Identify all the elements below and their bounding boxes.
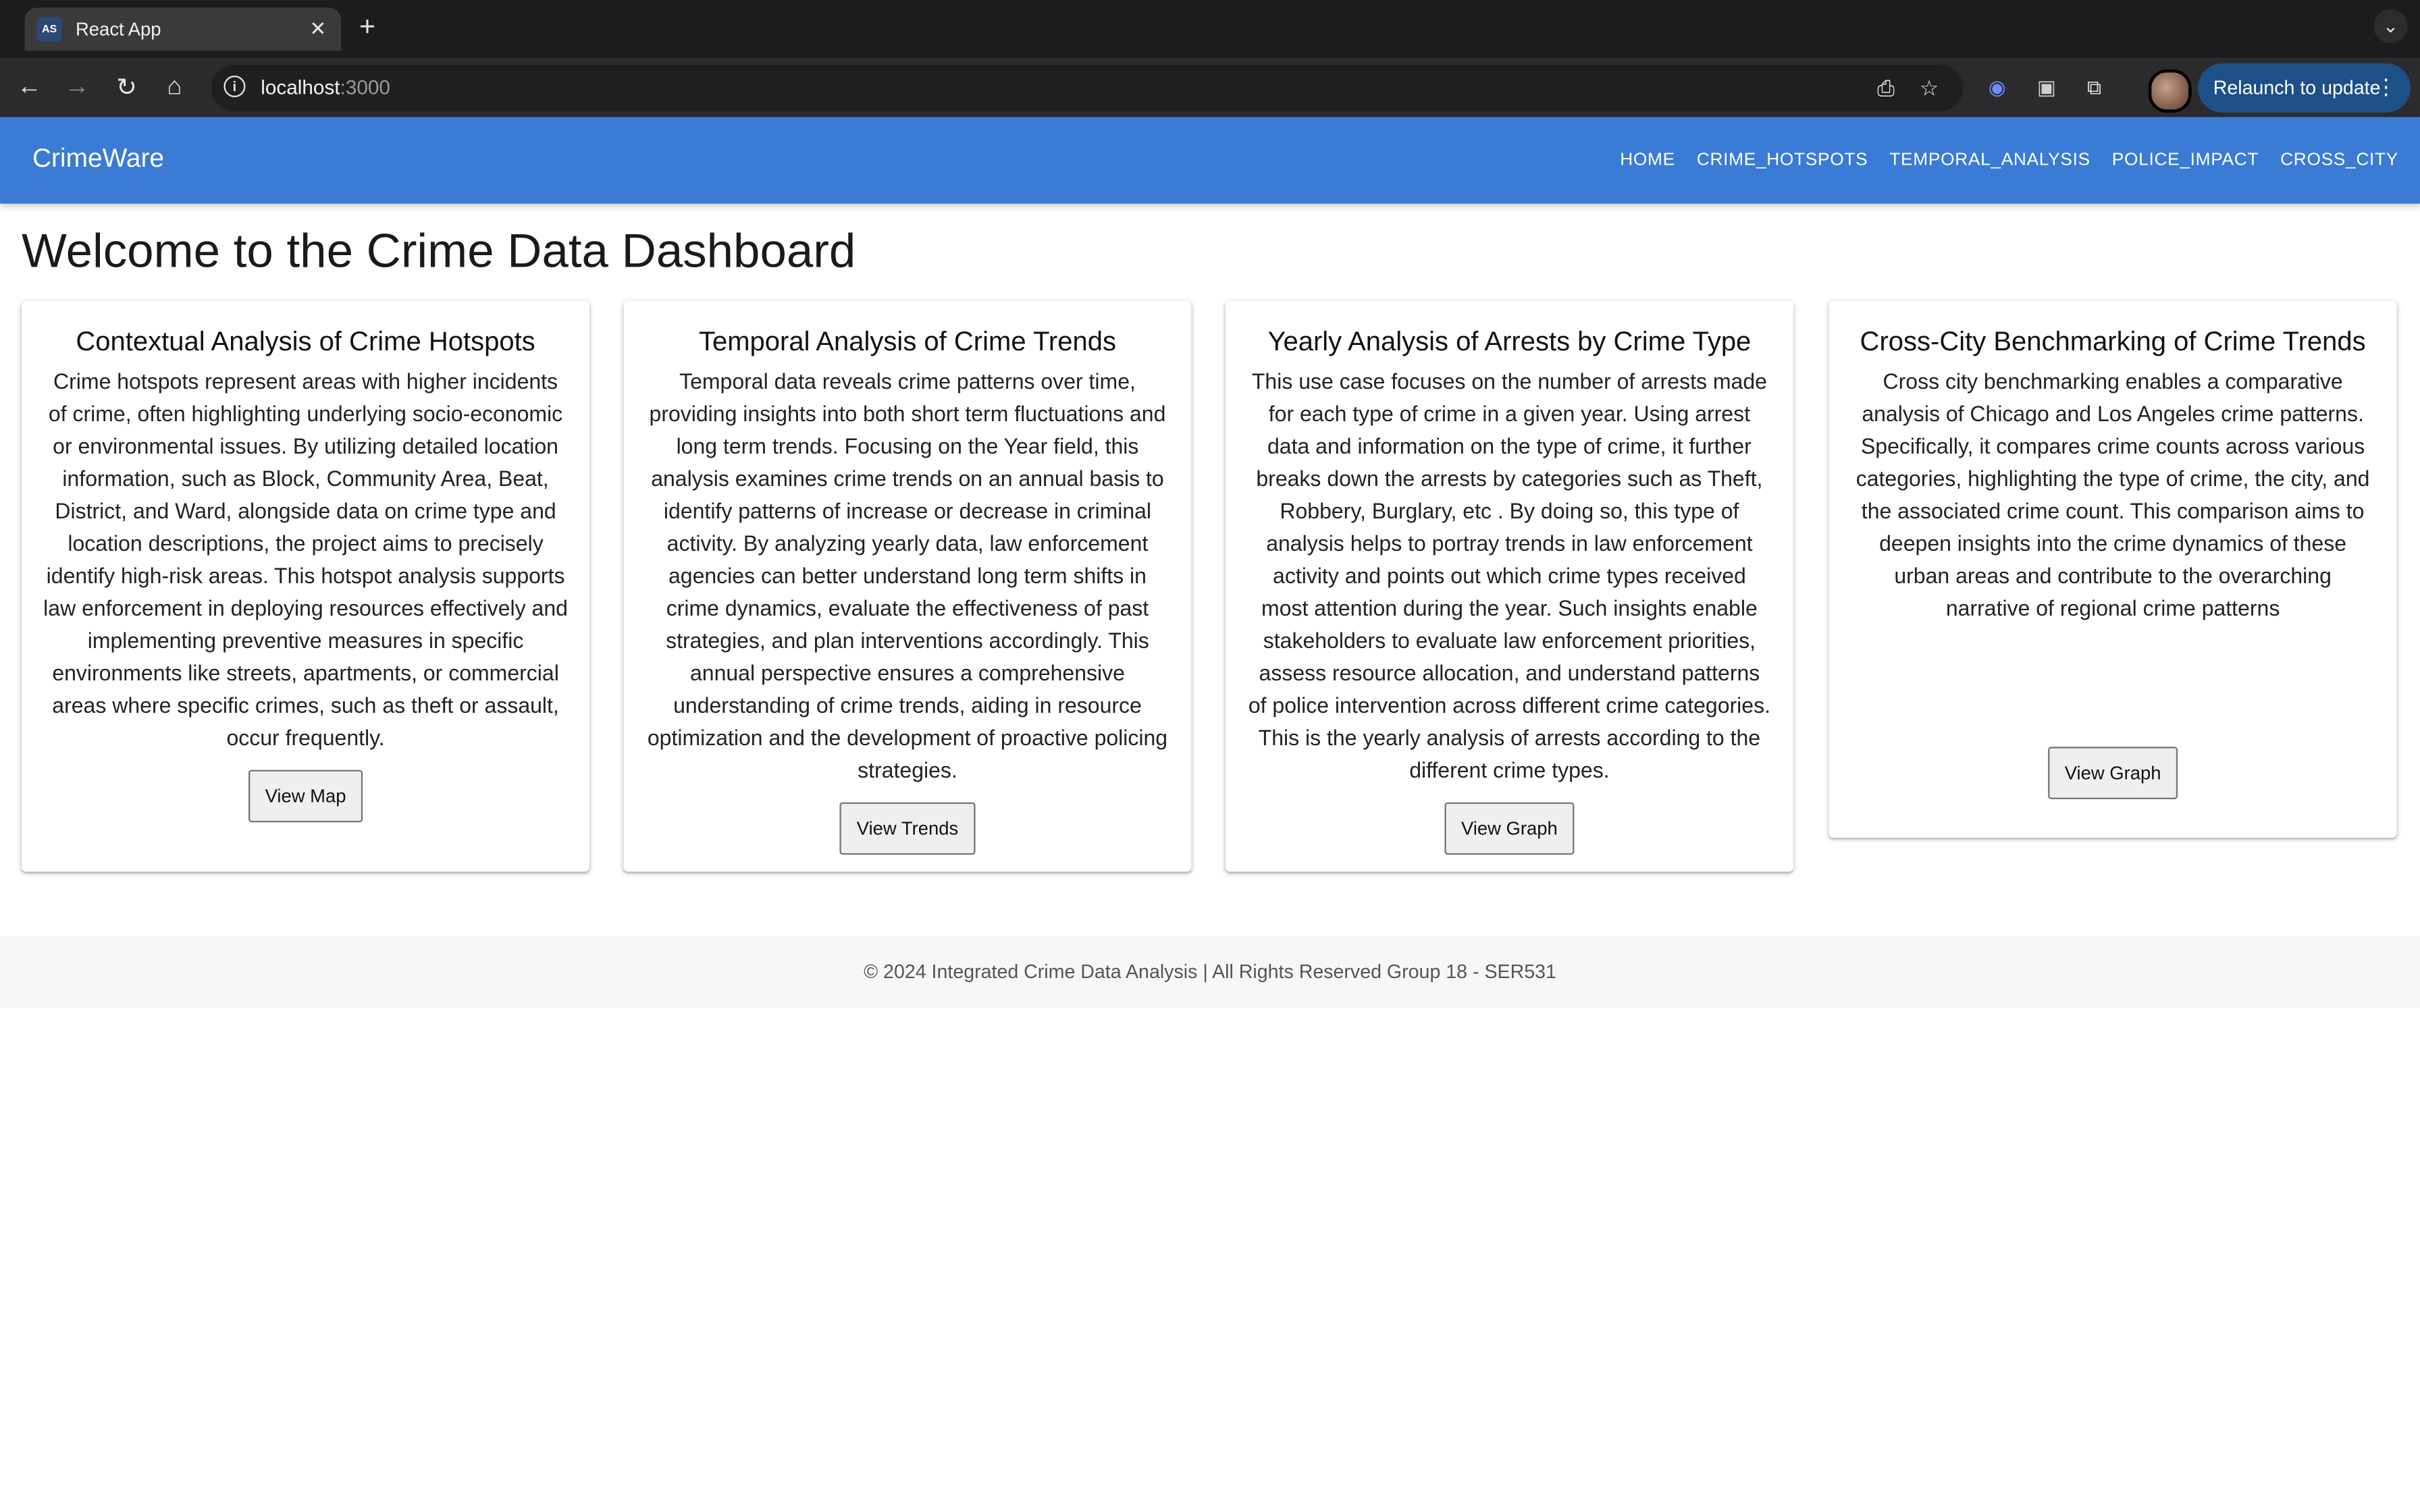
- extension-icon[interactable]: ◉: [1982, 72, 2013, 103]
- profile-avatar[interactable]: [2148, 69, 2192, 113]
- card-title: Contextual Analysis of Crime Hotspots: [76, 325, 535, 356]
- puzzle-icon[interactable]: ⧉: [2079, 72, 2110, 103]
- install-app-icon[interactable]: ⎙: [1870, 72, 1901, 103]
- nav-police-impact[interactable]: POLICE_IMPACT: [2112, 151, 2259, 169]
- nav-temporal-analysis[interactable]: TEMPORAL_ANALYSIS: [1889, 151, 2090, 169]
- home-icon[interactable]: ⌂: [155, 68, 194, 108]
- bookmark-star-icon[interactable]: ☆: [1914, 72, 1945, 103]
- nav-cross-city[interactable]: CROSS_CITY: [2280, 151, 2398, 169]
- more-icon[interactable]: ⋮: [2375, 74, 2397, 101]
- favicon-icon: AS: [36, 17, 62, 42]
- relaunch-button[interactable]: Relaunch to update ⋮: [2197, 63, 2411, 113]
- new-tab-icon[interactable]: +: [352, 10, 383, 42]
- reload-icon[interactable]: ↻: [107, 68, 147, 108]
- nav-crime-hotspots[interactable]: CRIME_HOTSPOTS: [1697, 151, 1868, 169]
- card-crime-hotspots: Contextual Analysis of Crime Hotspots Cr…: [21, 300, 590, 872]
- url-text[interactable]: localhost:3000: [261, 76, 390, 99]
- view-trends-button[interactable]: View Trends: [839, 802, 976, 855]
- view-graph-button[interactable]: View Graph: [1444, 802, 1575, 855]
- card-title: Cross-City Benchmarking of Crime Trends: [1860, 325, 2366, 356]
- close-icon[interactable]: ✕: [304, 16, 332, 43]
- card-temporal-trends: Temporal Analysis of Crime Trends Tempor…: [623, 300, 1192, 872]
- nav-home[interactable]: HOME: [1620, 151, 1675, 169]
- app-bar: CrimeWare HOME CRIME_HOTSPOTS TEMPORAL_A…: [0, 117, 2420, 204]
- view-graph-button[interactable]: View Graph: [2047, 747, 2178, 799]
- card-yearly-arrests: Yearly Analysis of Arrests by Crime Type…: [1225, 300, 1793, 872]
- card-title: Temporal Analysis of Crime Trends: [698, 325, 1116, 356]
- brand-logo[interactable]: CrimeWare: [32, 144, 164, 175]
- card-description: Cross city benchmarking enables a compar…: [1856, 369, 2370, 620]
- page-title: Welcome to the Crime Data Dashboard: [21, 223, 856, 278]
- view-map-button[interactable]: View Map: [248, 770, 363, 823]
- site-info-icon[interactable]: i: [223, 75, 246, 97]
- card-description: Temporal data reveals crime patterns ove…: [647, 369, 1168, 782]
- main-nav: HOME CRIME_HOTSPOTS TEMPORAL_ANALYSIS PO…: [1620, 117, 2420, 204]
- back-icon[interactable]: ←: [9, 68, 49, 108]
- card-title: Yearly Analysis of Arrests by Crime Type: [1267, 325, 1752, 356]
- browser-tab[interactable]: AS React App ✕: [24, 7, 342, 51]
- browser-tab-bar: AS React App ✕ + ⌄: [0, 0, 2420, 59]
- chevron-down-icon[interactable]: ⌄: [2373, 9, 2408, 43]
- card-description: Crime hotspots represent areas with high…: [43, 369, 568, 750]
- screen: AS React App ✕ + ⌄ ← → ↻ ⌂ i localhost:3…: [0, 0, 2420, 1512]
- browser-toolbar: ← → ↻ ⌂ i localhost:3000 ⎙ ☆ ◉ ▣ ⧉ Relau…: [0, 58, 2420, 117]
- tab-title: React App: [75, 18, 161, 40]
- footer: © 2024 Integrated Crime Data Analysis | …: [0, 936, 2420, 1008]
- address-bar[interactable]: i localhost:3000 ⎙ ☆: [211, 64, 1964, 111]
- forward-icon[interactable]: →: [57, 68, 97, 108]
- card-description: This use case focuses on the number of a…: [1248, 369, 1770, 782]
- extension-icon[interactable]: ▣: [2031, 72, 2062, 103]
- card-cross-city: Cross-City Benchmarking of Crime Trends …: [1829, 300, 2397, 838]
